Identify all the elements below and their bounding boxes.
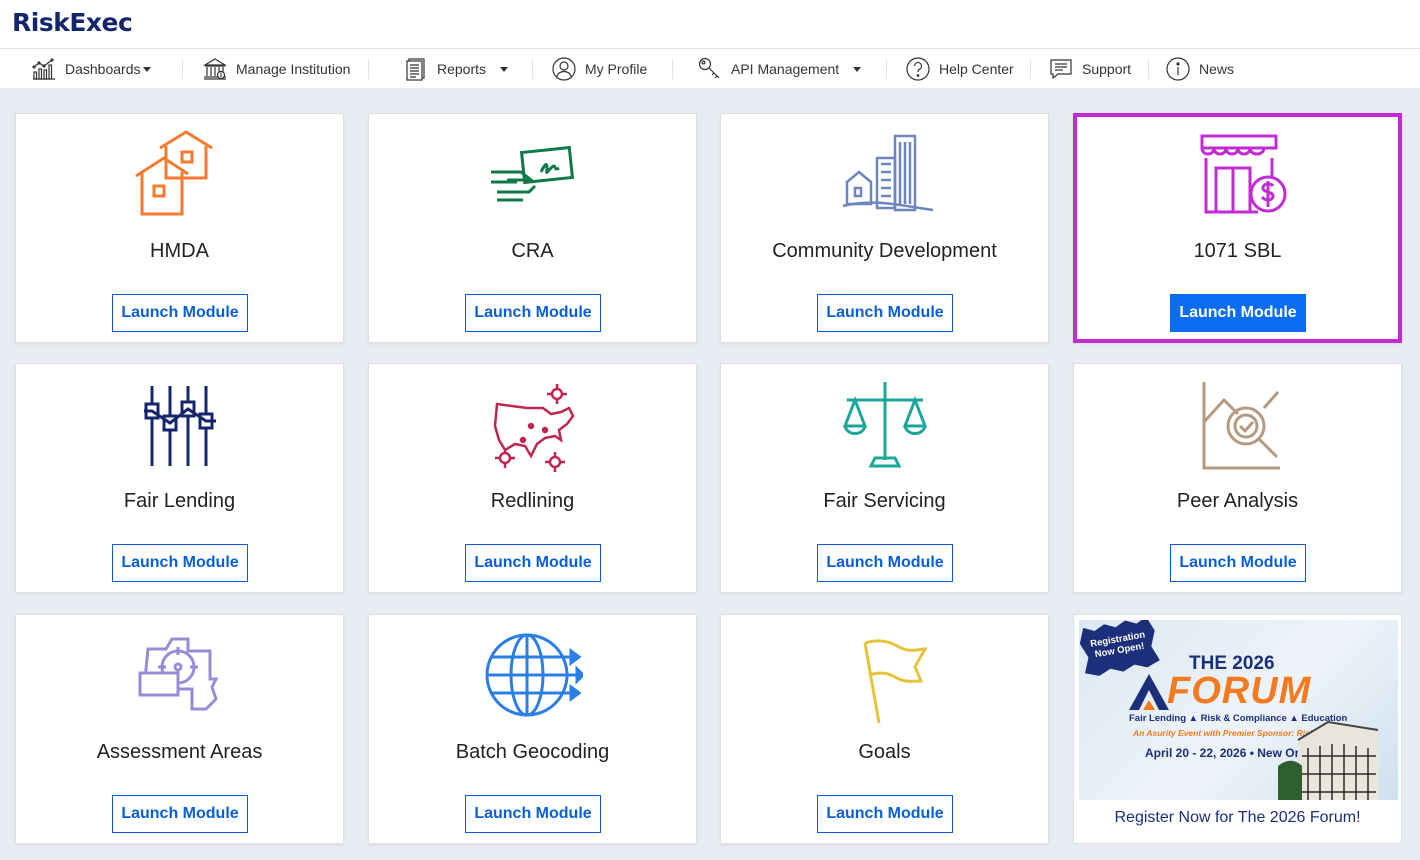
nav-label: Reports <box>437 61 487 77</box>
nav-my-profile[interactable]: My Profile <box>551 49 647 89</box>
nav-divider <box>182 59 183 79</box>
chart-icon <box>32 58 55 80</box>
forum-promo-card[interactable]: Registration Now Open! THE 2026 FORUM Fai… <box>1073 614 1402 844</box>
module-title: Goals <box>858 741 911 763</box>
module-card-peer-analysis: Peer Analysis Launch Module <box>1073 363 1402 593</box>
module-title: Batch Geocoding <box>455 741 610 763</box>
map-target-icon <box>138 637 218 711</box>
caret-down-icon <box>142 66 151 72</box>
nav-label: Dashboards <box>65 61 141 77</box>
nav-divider <box>1148 59 1149 79</box>
new-orleans-building-icon <box>1278 720 1379 800</box>
nav-news[interactable]: News <box>1165 49 1234 89</box>
app-logo[interactable]: RiskExec <box>12 8 133 37</box>
chart-magnifier-icon <box>1202 382 1280 470</box>
nav-label: Manage Institution <box>236 61 351 77</box>
check-hand-icon <box>490 145 574 202</box>
nav-label: My Profile <box>585 61 648 77</box>
globe-arrows-icon <box>485 633 583 717</box>
module-title: Community Development <box>772 240 997 262</box>
launch-module-button[interactable]: Launch Module <box>112 544 248 582</box>
launch-module-button[interactable]: Launch Module <box>1170 544 1306 582</box>
launch-module-button[interactable]: Launch Module <box>1170 294 1306 332</box>
module-title: Peer Analysis <box>1176 490 1299 512</box>
nav-divider <box>1030 59 1031 79</box>
module-card-cra: CRA Launch Module <box>368 113 697 343</box>
nav-api-management[interactable]: API Management <box>697 49 862 89</box>
registration-badge: Registration Now Open! <box>1079 620 1161 678</box>
module-title: Redlining <box>490 490 575 512</box>
module-title: Fair Lending <box>123 490 236 512</box>
module-card-fair-servicing: Fair Servicing Launch Module <box>720 363 1049 593</box>
storefront-dollar-icon <box>1200 134 1286 214</box>
launch-module-button[interactable]: Launch Module <box>465 544 601 582</box>
nav-manage-institution[interactable]: Manage Institution <box>202 49 350 89</box>
launch-module-button[interactable]: Launch Module <box>817 544 953 582</box>
nav-label: Help Center <box>939 61 1014 77</box>
caret-down-icon <box>500 66 509 72</box>
houses-icon <box>134 130 213 216</box>
module-card-assessment-areas: Assessment Areas Launch Module <box>15 614 344 844</box>
user-icon <box>552 57 576 81</box>
launch-module-button[interactable]: Launch Module <box>465 795 601 833</box>
nav-label: Support <box>1082 61 1132 77</box>
nav-divider <box>672 59 673 79</box>
launch-module-button[interactable]: Launch Module <box>112 795 248 833</box>
flag-icon <box>863 639 928 724</box>
module-card-hmda: HMDA Launch Module <box>15 113 344 343</box>
city-buildings-icon <box>842 134 933 212</box>
module-title: Assessment Areas <box>96 741 263 763</box>
launch-module-button[interactable]: Launch Module <box>817 294 953 332</box>
nav-help-center[interactable]: Help Center <box>905 49 1014 89</box>
nav-dashboards[interactable]: Dashboards <box>31 49 151 89</box>
nav-label: API Management <box>731 61 840 77</box>
launch-module-button[interactable]: Launch Module <box>465 294 601 332</box>
forum-a-logo-icon <box>1129 674 1169 710</box>
sliders-icon <box>143 386 216 466</box>
nav-divider <box>532 59 533 79</box>
module-card-redlining: Redlining Launch Module <box>368 363 697 593</box>
info-icon <box>1166 57 1190 81</box>
module-card-1071-sbl: 1071 SBL Launch Module <box>1073 113 1402 343</box>
module-card-goals: Goals Launch Module <box>720 614 1049 844</box>
us-map-icon <box>493 384 574 472</box>
nav-label: News <box>1199 61 1235 77</box>
key-icon <box>698 57 720 79</box>
document-icon <box>406 58 425 81</box>
help-icon <box>906 57 930 81</box>
module-title: Fair Servicing <box>823 490 946 512</box>
top-bar: RiskExec Dashboards Manage Institution R… <box>0 0 1420 88</box>
forum-register-link[interactable]: Register Now for The 2026 Forum! <box>1074 809 1401 827</box>
main-nav: Dashboards Manage Institution Reports My… <box>0 48 1420 88</box>
nav-divider <box>886 59 887 79</box>
module-title: CRA <box>511 240 554 262</box>
module-card-batch-geocoding: Batch Geocoding Launch Module <box>368 614 697 844</box>
module-title: HMDA <box>150 240 209 262</box>
scales-icon <box>842 382 927 468</box>
caret-down-icon <box>853 66 862 72</box>
module-card-community-development: Community Development Launch Module <box>720 113 1049 343</box>
nav-divider <box>368 59 369 79</box>
message-icon <box>1050 59 1072 80</box>
forum-promo-banner[interactable]: Registration Now Open! THE 2026 FORUM Fai… <box>1079 620 1398 800</box>
module-title: 1071 SBL <box>1193 240 1282 262</box>
module-card-fair-lending: Fair Lending Launch Module <box>15 363 344 593</box>
launch-module-button[interactable]: Launch Module <box>817 795 953 833</box>
nav-reports[interactable]: Reports <box>403 49 509 89</box>
launch-module-button[interactable]: Launch Module <box>112 294 248 332</box>
nav-support[interactable]: Support <box>1048 49 1131 89</box>
bank-icon <box>202 58 228 80</box>
